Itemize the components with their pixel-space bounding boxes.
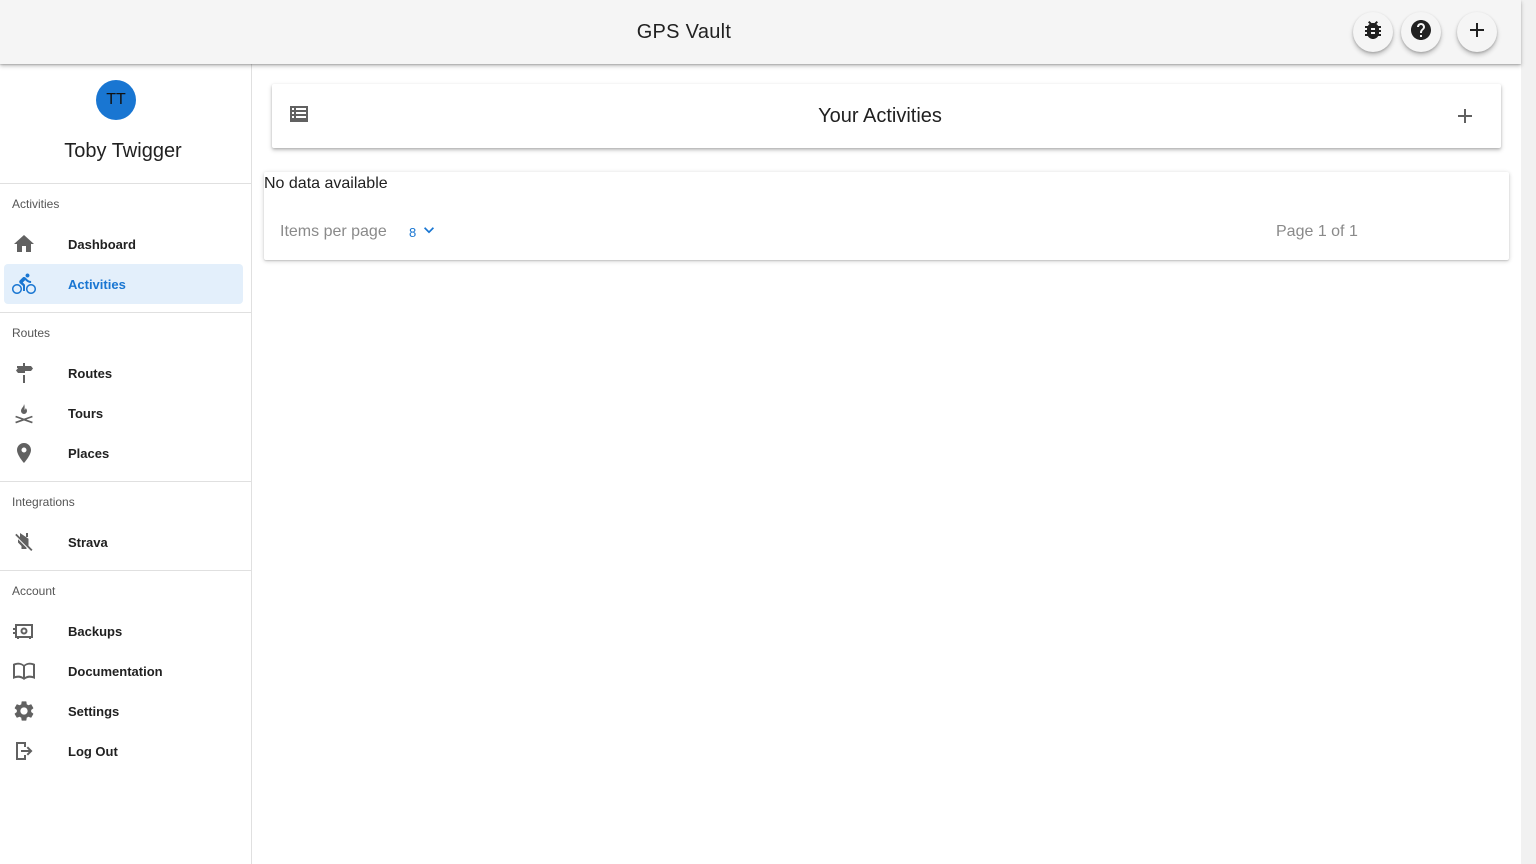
sidebar-item-documentation[interactable]: Documentation xyxy=(4,651,243,691)
sidebar-item-label: Log Out xyxy=(68,743,118,759)
safe-icon xyxy=(12,619,36,643)
scrollbar[interactable] xyxy=(1521,0,1536,864)
sidebar-item-logout[interactable]: Log Out xyxy=(4,731,243,771)
sidebar-item-label: Activities xyxy=(68,276,126,292)
main-content: Your Activities No data available Items … xyxy=(252,64,1521,864)
power-plug-off-icon xyxy=(12,530,36,554)
sidebar-item-label: Dashboard xyxy=(68,236,136,252)
sidebar-item-settings[interactable]: Settings xyxy=(4,691,243,731)
add-button[interactable] xyxy=(1457,12,1497,52)
page-title: Your Activities xyxy=(818,105,942,127)
sidebar-item-label: Strava xyxy=(68,534,108,550)
sidebar-item-routes[interactable]: Routes xyxy=(4,353,243,393)
add-activity-button[interactable] xyxy=(1453,104,1477,128)
bug-report-button[interactable] xyxy=(1353,12,1393,52)
signpost-icon xyxy=(12,361,36,385)
chevron-down-icon xyxy=(416,220,439,245)
activities-table: No data available Items per page 8 Page … xyxy=(264,172,1509,260)
campfire-icon xyxy=(12,401,36,425)
app-bar: GPS Vault xyxy=(0,0,1521,64)
sidebar: TT Toby Twigger Activities Dashboard Act… xyxy=(0,64,252,864)
sidebar-item-places[interactable]: Places xyxy=(4,433,243,473)
gear-icon xyxy=(12,699,36,723)
home-icon xyxy=(12,232,36,256)
items-per-page-select[interactable]: 8 xyxy=(409,221,439,243)
nav-header: Routes xyxy=(12,326,51,340)
activities-header-card: Your Activities xyxy=(272,84,1501,148)
sidebar-item-tours[interactable]: Tours xyxy=(4,393,243,433)
nav-section-activities: Activities Dashboard Activities xyxy=(0,184,251,313)
avatar[interactable]: TT xyxy=(96,80,136,120)
app-title: GPS Vault xyxy=(636,21,732,43)
nav-section-integrations: Integrations Strava xyxy=(0,482,251,571)
sidebar-item-strava[interactable]: Strava xyxy=(4,522,243,562)
profile-name: Toby Twigger xyxy=(64,140,182,162)
help-icon xyxy=(1409,18,1433,47)
plus-icon xyxy=(1465,18,1489,47)
nav-header: Account xyxy=(12,584,56,598)
sidebar-item-activities[interactable]: Activities xyxy=(4,264,243,304)
map-marker-icon xyxy=(12,441,36,465)
nav-section-routes: Routes Routes Tours Places xyxy=(0,313,251,482)
nav-section-account: Account Backups Documentation Settings L… xyxy=(0,571,251,779)
sidebar-item-label: Backups xyxy=(68,623,123,639)
sidebar-item-backups[interactable]: Backups xyxy=(4,611,243,651)
items-per-page-value: 8 xyxy=(409,224,417,240)
profile: TT Toby Twigger xyxy=(0,64,251,184)
items-per-page-label: Items per page xyxy=(280,223,387,240)
bug-icon xyxy=(1361,18,1385,47)
no-data-message: No data available xyxy=(264,175,388,192)
sidebar-item-label: Routes xyxy=(68,365,113,381)
logout-icon xyxy=(12,739,36,763)
sidebar-item-label: Settings xyxy=(68,703,120,719)
sidebar-item-label: Documentation xyxy=(68,663,163,679)
help-button[interactable] xyxy=(1401,12,1441,52)
nav-header: Activities xyxy=(12,197,60,211)
sidebar-item-label: Places xyxy=(68,445,110,461)
pagination-info: Page 1 of 1 xyxy=(1276,223,1358,240)
book-open-icon xyxy=(12,659,36,683)
plus-icon xyxy=(1453,109,1477,132)
sidebar-item-dashboard[interactable]: Dashboard xyxy=(4,224,243,264)
sidebar-item-label: Tours xyxy=(68,405,104,421)
bike-icon xyxy=(12,272,36,296)
nav-header: Integrations xyxy=(12,495,75,509)
